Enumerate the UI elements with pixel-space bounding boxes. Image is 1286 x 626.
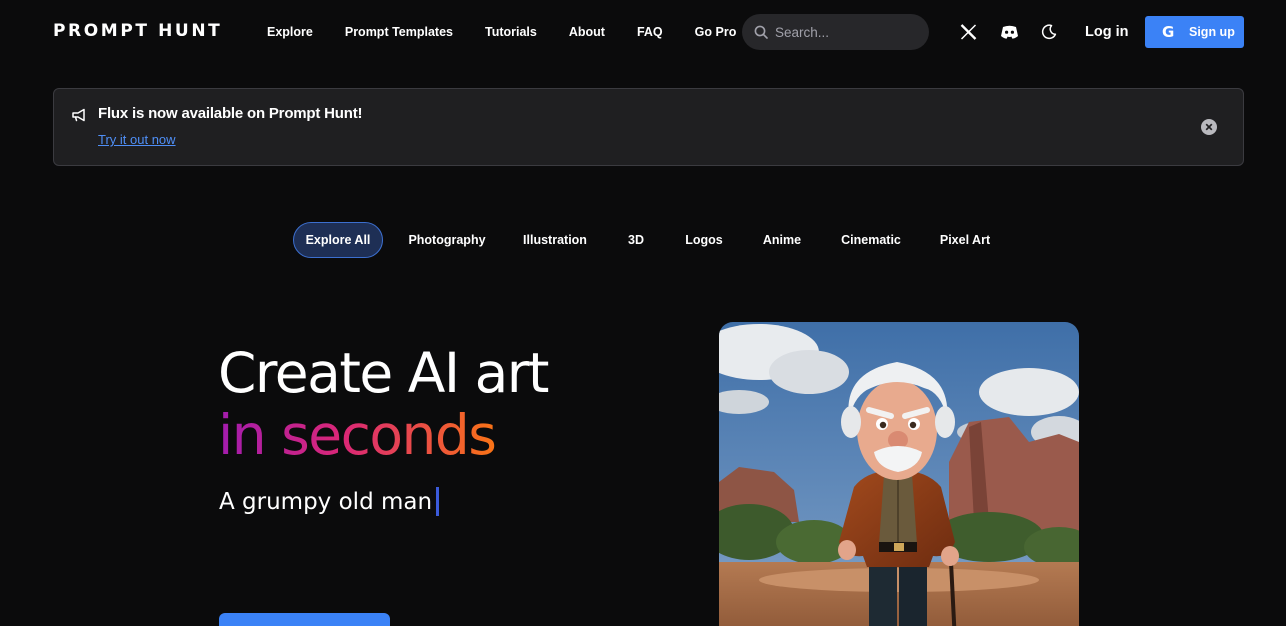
top-navbar: PROMPT HUNT Explore Prompt Templates Tut… [0,0,1286,66]
tab-logos[interactable]: Logos [674,222,734,258]
tab-pixel-art[interactable]: Pixel Art [928,222,1002,258]
x-twitter-icon[interactable] [958,22,978,42]
discord-icon[interactable] [999,22,1019,42]
typing-cursor [436,487,440,516]
hero-heading-gradient: in seconds [218,403,497,467]
site-logo[interactable]: PROMPT HUNT [53,21,222,41]
typing-prompt: A grumpy old man [219,487,440,516]
search-icon [754,25,768,39]
nav-prompt-templates[interactable]: Prompt Templates [345,25,453,39]
dark-mode-toggle-icon[interactable] [1039,22,1059,42]
try-it-out-link[interactable]: Try it out now [98,132,176,147]
tab-cinematic[interactable]: Cinematic [830,222,912,258]
main-nav: Explore Prompt Templates Tutorials About… [267,25,768,39]
megaphone-icon [72,108,85,122]
hero-heading: Create AI art [218,341,549,405]
close-icon[interactable] [1201,119,1217,135]
login-button[interactable]: Log in [1085,24,1129,40]
hero-example-image [719,322,1079,626]
tab-explore-all[interactable]: Explore All [293,222,383,258]
tab-anime[interactable]: Anime [750,222,814,258]
typed-prompt-text: A grumpy old man [219,488,433,515]
tab-illustration[interactable]: Illustration [510,222,600,258]
search-input[interactable] [775,24,915,40]
signup-label: Sign up [1189,25,1235,39]
hero-cta-button[interactable] [219,613,390,626]
google-icon: G [1162,23,1175,41]
category-tabs: Explore All Photography Illustration 3D … [0,222,1286,258]
nav-faq[interactable]: FAQ [637,25,663,39]
tab-photography[interactable]: Photography [397,222,497,258]
nav-tutorials[interactable]: Tutorials [485,25,537,39]
signup-button[interactable]: G Sign up [1145,16,1244,48]
search-box[interactable] [742,14,929,50]
announcement-title: Flux is now available on Prompt Hunt! [98,105,363,122]
tab-3d[interactable]: 3D [614,222,658,258]
announcement-banner: Flux is now available on Prompt Hunt! Tr… [53,88,1244,166]
nav-go-pro[interactable]: Go Pro [695,25,737,39]
nav-explore[interactable]: Explore [267,25,313,39]
nav-about[interactable]: About [569,25,605,39]
